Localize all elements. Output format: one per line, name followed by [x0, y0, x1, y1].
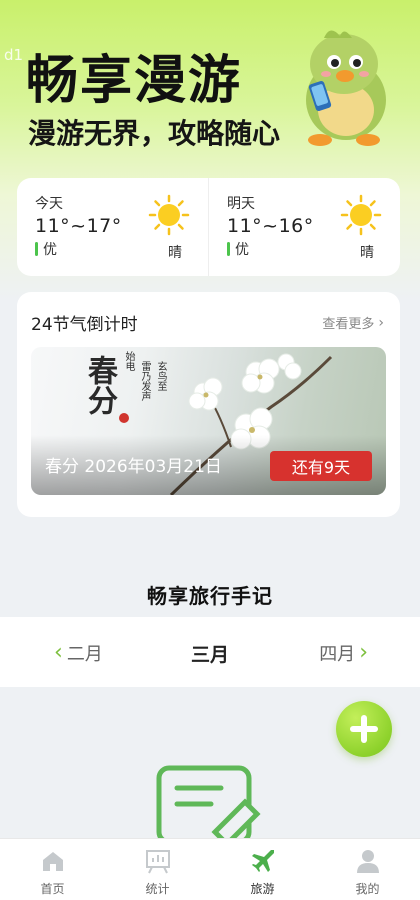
countdown-badge: 还有9天 [270, 451, 372, 481]
month-switcher: ‹ 二月 三月 四月 › [0, 617, 420, 687]
red-seal-icon [119, 413, 129, 423]
tab-label: 统计 [145, 882, 170, 896]
hero-title: 畅享漫游 [26, 51, 243, 111]
weather-today: 今天 11°~17° 优 晴 [17, 178, 208, 276]
solar-term-calligraphy: 春分 [82, 355, 117, 415]
weather-condition: 晴 [360, 245, 374, 261]
add-note-button[interactable] [336, 701, 392, 757]
chart-board-icon [145, 850, 170, 874]
chevron-right-icon: › [359, 640, 368, 665]
empty-notes-icon [156, 765, 261, 842]
air-quality-label: 优 [43, 242, 57, 258]
current-month-label: 三月 [190, 644, 229, 666]
bottom-tab-bar: 首页 统计 旅游 我的 [0, 838, 420, 900]
tab-label: 首页 [40, 882, 65, 896]
air-quality: 优 [35, 239, 208, 259]
sun-icon [340, 194, 382, 236]
tab-stats[interactable]: 统计 [105, 839, 210, 900]
chevron-left-icon: ‹ [54, 640, 63, 665]
solar-term-date: 春分 2026年03月21日 [45, 457, 222, 477]
parrot-mascot-icon [306, 30, 386, 146]
prev-month-button[interactable]: ‹ 二月 [50, 640, 103, 666]
solar-term-banner[interactable]: 春分 玄鸟至 雷乃发声 始电 春分 2026年03月21日 还有9天 [31, 347, 386, 495]
hero-subtitle: 漫游无界，攻略随心 [28, 117, 281, 150]
tab-home[interactable]: 首页 [0, 839, 105, 900]
tab-travel[interactable]: 旅游 [210, 839, 315, 900]
view-more-label: 查看更多 [322, 317, 375, 332]
tab-label: 我的 [355, 882, 380, 896]
home-icon [42, 852, 63, 871]
tab-profile[interactable]: 我的 [315, 839, 420, 900]
air-quality-indicator [35, 242, 38, 256]
chevron-right-icon: › [378, 314, 384, 331]
tab-label: 旅游 [250, 882, 275, 896]
watermark: d1 [4, 46, 24, 64]
air-quality-label: 优 [235, 242, 249, 258]
next-month-button[interactable]: 四月 › [319, 640, 372, 666]
poem-line: 始电 [123, 351, 134, 371]
air-quality-indicator [227, 242, 230, 256]
sun-icon [148, 194, 190, 236]
solar-term-card: 24节气倒计时 查看更多 › 春分 玄鸟至 雷乃发声 始电 春分 2026年03… [17, 292, 400, 517]
next-month-label: 四月 [319, 644, 356, 665]
weather-card: 今天 11°~17° 优 晴 明天 11°~16° 优 晴 [17, 178, 400, 276]
airplane-icon [251, 850, 274, 872]
plus-icon-stroke [361, 715, 367, 743]
poem-line: 雷乃发声 [139, 361, 150, 401]
prev-month-label: 二月 [66, 644, 103, 665]
air-quality: 优 [227, 239, 400, 259]
view-more-link[interactable]: 查看更多 › [322, 313, 384, 333]
weather-tomorrow: 明天 11°~16° 优 晴 [208, 178, 400, 276]
user-icon [356, 850, 379, 873]
travel-notes-title: 畅享旅行手记 [147, 584, 273, 608]
solar-term-title: 24节气倒计时 [31, 315, 138, 335]
weather-condition: 晴 [168, 245, 182, 261]
